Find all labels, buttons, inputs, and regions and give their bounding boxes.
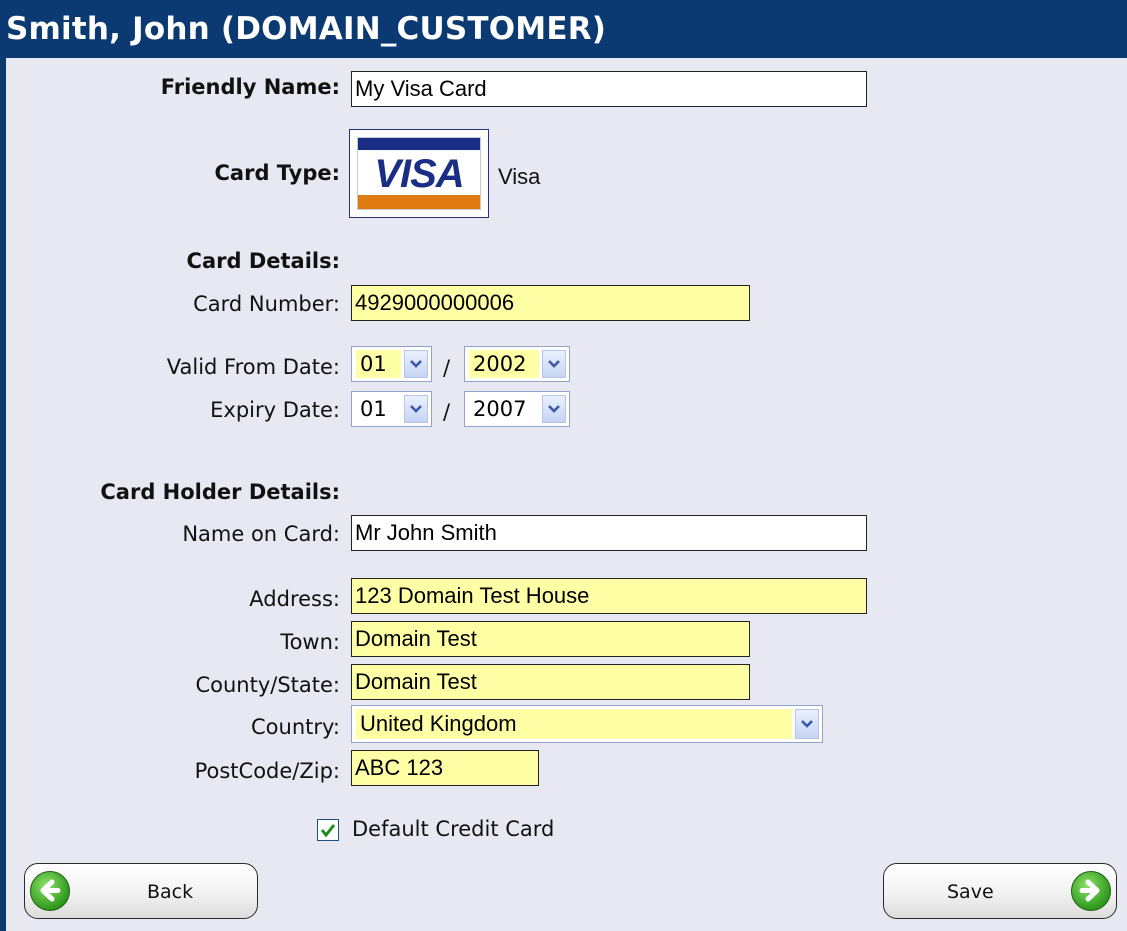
- save-button-label: Save: [947, 881, 994, 903]
- card-type-name: Visa: [498, 164, 541, 189]
- friendly-name-input[interactable]: My Visa Card: [351, 71, 867, 107]
- back-button-label: Back: [147, 881, 194, 903]
- address-input[interactable]: 123 Domain Test House: [351, 578, 867, 614]
- chevron-down-icon[interactable]: [542, 395, 566, 423]
- arrow-left-icon: [30, 871, 70, 911]
- name-on-card-label: Name on Card:: [182, 522, 340, 546]
- default-card-checkbox[interactable]: [317, 819, 339, 841]
- checkmark-icon: [320, 824, 336, 838]
- visa-logo-icon: VISA: [349, 129, 489, 218]
- address-label: Address:: [249, 587, 340, 611]
- chevron-down-icon[interactable]: [542, 350, 566, 378]
- save-button[interactable]: Save: [883, 863, 1117, 919]
- card-number-input[interactable]: 4929000000006: [351, 285, 750, 321]
- town-input[interactable]: Domain Test: [351, 621, 750, 657]
- default-card-label: Default Credit Card: [352, 817, 555, 841]
- card-holder-heading: Card Holder Details:: [100, 480, 340, 504]
- chevron-down-icon[interactable]: [404, 395, 428, 423]
- postcode-label: PostCode/Zip:: [194, 759, 340, 783]
- back-button[interactable]: Back: [24, 863, 258, 919]
- expiry-year-value: 2007: [473, 397, 527, 421]
- expiry-year-select[interactable]: 2007: [464, 391, 570, 427]
- visa-logo-text: VISA: [374, 152, 464, 196]
- friendly-name-label: Friendly Name:: [160, 75, 340, 99]
- card-details-heading: Card Details:: [186, 249, 340, 273]
- chevron-down-icon[interactable]: [404, 350, 428, 378]
- expiry-month-select[interactable]: 01: [351, 391, 432, 427]
- chevron-down-icon[interactable]: [795, 709, 819, 739]
- county-state-input[interactable]: Domain Test: [351, 664, 750, 700]
- country-label: Country:: [251, 715, 340, 739]
- town-label: Town:: [280, 630, 340, 654]
- country-value: United Kingdom: [356, 709, 792, 739]
- card-number-label: Card Number:: [193, 292, 340, 316]
- valid-from-label: Valid From Date:: [166, 355, 340, 379]
- expiry-month-value: 01: [360, 397, 387, 421]
- valid-from-year-select[interactable]: 2002: [464, 346, 570, 382]
- valid-from-month-value: 01: [356, 350, 401, 378]
- expiry-date-label: Expiry Date:: [210, 398, 340, 422]
- form-panel: [0, 0, 1127, 931]
- card-type-label: Card Type:: [214, 161, 340, 185]
- country-select[interactable]: United Kingdom: [351, 705, 823, 743]
- page-title: Smith, John (DOMAIN_CUSTOMER): [0, 0, 1127, 58]
- date-separator: /: [443, 400, 451, 424]
- date-separator: /: [443, 356, 451, 380]
- postcode-input[interactable]: ABC 123: [351, 750, 539, 786]
- valid-from-month-select[interactable]: 01: [351, 346, 432, 382]
- name-on-card-input[interactable]: Mr John Smith: [351, 515, 867, 551]
- county-state-label: County/State:: [195, 673, 340, 697]
- valid-from-year-value: 2002: [469, 350, 539, 378]
- arrow-right-icon: [1071, 871, 1111, 911]
